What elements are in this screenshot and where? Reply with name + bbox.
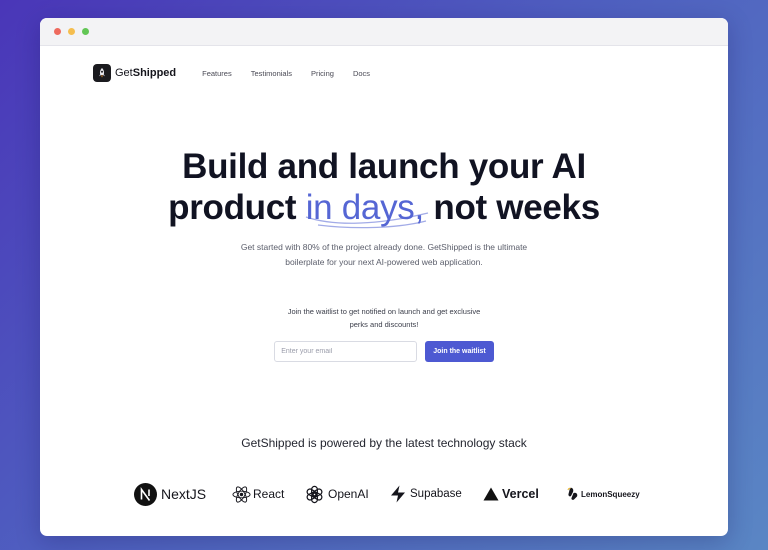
headline-line2-before: product — [168, 188, 306, 227]
waitlist-form: Join the waitlist — [40, 341, 728, 362]
hero-section: Build and launch your AI product in days… — [40, 146, 728, 270]
logo-nextjs-label: NextJS — [161, 486, 207, 502]
logo-supabase-label: Supabase — [410, 488, 462, 500]
rocket-logo-icon[interactable] — [93, 64, 111, 82]
waitlist-section: Join the waitlist to get notified on lau… — [40, 306, 728, 362]
logo-vercel: Vercel — [483, 482, 539, 506]
logo-lemonsqueezy-label: LemonSqueezy — [581, 489, 640, 499]
nav-link-pricing[interactable]: Pricing — [311, 69, 334, 78]
lemonsqueezy-icon — [567, 487, 578, 500]
logo-vercel-label: Vercel — [502, 487, 539, 501]
hero-headline: Build and launch your AI product in days… — [40, 146, 728, 229]
nav-link-features[interactable]: Features — [202, 69, 232, 78]
openai-icon — [306, 485, 323, 503]
tech-stack-logos: NextJS React OpenAI Supabase Vercel Lemo… — [40, 482, 728, 506]
brand-bold: Shipped — [132, 67, 177, 79]
logo-openai-label: OpenAI — [328, 487, 369, 501]
minimize-window-dot[interactable] — [68, 28, 75, 35]
supabase-icon — [391, 485, 405, 503]
browser-window: GetShipped Features Testimonials Pricing… — [40, 18, 728, 536]
nav-link-docs[interactable]: Docs — [353, 69, 370, 78]
window-titlebar — [40, 18, 728, 46]
top-nav: GetShipped Features Testimonials Pricing… — [93, 64, 370, 82]
logo-supabase: Supabase — [390, 482, 462, 506]
nav-link-testimonials[interactable]: Testimonials — [251, 69, 292, 78]
tech-stack-title: GetShipped is powered by the latest tech… — [241, 436, 527, 450]
headline-line2-after: not weeks — [423, 188, 600, 227]
headline-accent-wrap: in days, — [305, 187, 428, 229]
brand-prefix: Get — [115, 67, 133, 79]
logo-react: React — [232, 482, 284, 506]
logo-openai: OpenAI — [305, 482, 369, 506]
headline-accent: in days, — [305, 188, 425, 227]
close-window-dot[interactable] — [54, 28, 61, 35]
join-waitlist-button[interactable]: Join the waitlist — [425, 341, 494, 362]
waitlist-text: Join the waitlist to get notified on lau… — [287, 307, 481, 329]
brand-name[interactable]: GetShipped — [115, 67, 176, 79]
logo-lemonsqueezy: LemonSqueezy — [567, 482, 640, 506]
react-icon — [232, 485, 251, 503]
maximize-window-dot[interactable] — [82, 28, 89, 35]
email-input[interactable] — [274, 341, 418, 362]
logo-nextjs: NextJS — [134, 482, 206, 506]
hero-subtitle: Get started with 80% of the project alre… — [240, 242, 528, 267]
logo-react-label: React — [253, 487, 285, 501]
headline-line1: Build and launch your AI — [182, 147, 586, 186]
vercel-icon — [483, 487, 499, 501]
nextjs-icon — [134, 482, 157, 506]
